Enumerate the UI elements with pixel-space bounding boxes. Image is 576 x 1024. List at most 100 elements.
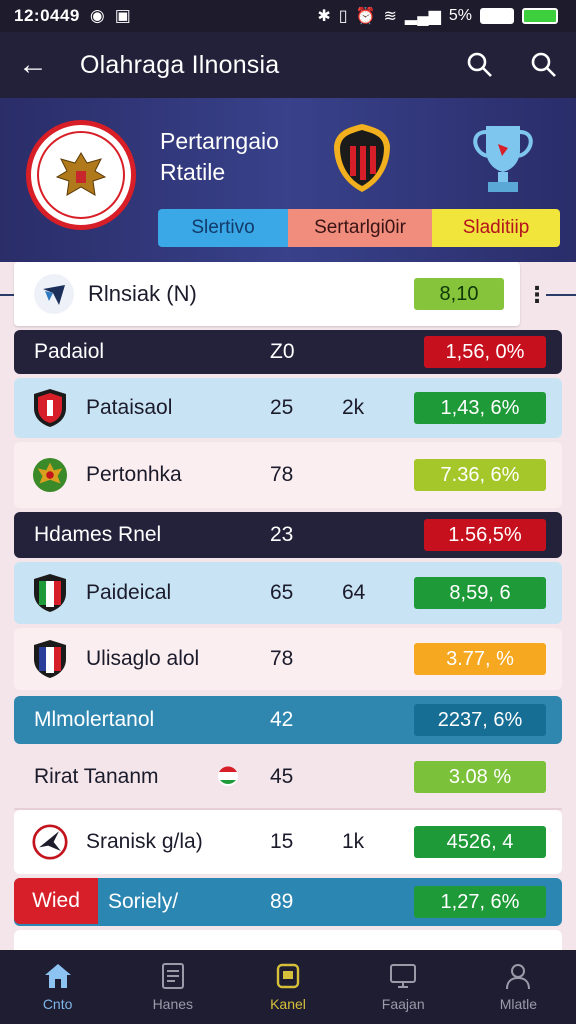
row-value: 3.08 % [414,761,546,793]
trophy-nav-icon [276,963,300,989]
row-name: Ulisaglo alol [86,647,200,670]
national-emblem-logo [26,120,136,230]
row-number: 42 [270,708,294,731]
list-item[interactable]: Hdames Rnel 23 1.56,5% [14,512,562,558]
row-value: 8,59, 6 [414,577,546,609]
row-value: 1,27, 6% [414,886,546,918]
featured-row[interactable]: Rlnsiak (N) 8,10 [14,262,520,326]
row-number: Z0 [270,340,295,363]
monitor-icon [390,964,417,988]
garuda-logo-icon [32,454,68,496]
hero-title-line1: Pertarngaio [160,128,279,154]
bottom-nav: Cnto Hanes Kanel Faajan Mlatle [0,950,576,1024]
flag-icon [216,764,240,794]
row-number: 25 [270,396,294,419]
list-item[interactable]: Mlmolertanol 42 2237, 6% [14,696,562,744]
divider [546,294,576,296]
hero-banner: Pertarngaio Rtatile Slertivo Sertarlgi0i… [0,98,576,262]
divider [0,294,14,296]
row-value: 1,43, 6% [414,392,546,424]
row-tag: Wied [14,878,98,924]
row-number: 78 [270,647,294,670]
notification-icon: ◉ [89,6,105,25]
page-title: Olahraga Ilnonsia [80,50,280,79]
gallery-icon: ▣ [114,6,131,25]
list-item[interactable]: Padaiol Z0 1,56, 0% [14,330,562,374]
nav-label: Mlatle [499,996,538,1012]
row-name: Paideical [86,581,172,604]
row-name: Hdames Rnel [34,523,162,546]
battery-charging-icon [522,8,558,24]
row-name: Pataisaol [86,396,173,419]
status-bar: 12:0449 ◉ ▣ ✱ ▯ ⏰ ≋ ▂▄▆ 5% [0,0,576,32]
search-icon-secondary[interactable] [530,51,558,79]
nav-item-cnto[interactable]: Cnto [0,950,115,1024]
list-item[interactable]: Sranisk g/la) 15 1k 4526, 4 [14,810,562,874]
club-shield-icon [32,387,68,429]
row-number: 89 [270,890,294,913]
alarm-icon: ⏰ [355,8,376,25]
row-secondary-number: 2k [342,396,365,419]
row-value: 3.77, % [414,643,546,675]
row-number: 65 [270,581,294,604]
status-time: 12:0449 [14,6,80,25]
tab-segment-2[interactable]: Sertarlgi0ir [288,209,432,247]
row-name: Mlmolertanol [34,708,155,731]
home-icon [44,964,71,988]
nav-label: Faajan [381,996,425,1012]
row-value: 2237, 6% [414,704,546,736]
back-arrow-icon[interactable]: ← [18,48,58,82]
club-shield-icon [32,572,68,614]
nav-item-hanes[interactable]: Hanes [115,950,230,1024]
tab-segment-1[interactable]: Slertivo [158,209,288,247]
battery-icon [480,8,514,24]
more-options-icon[interactable]: ⋮ [526,282,548,308]
list-item[interactable]: Pataisaol 25 2k 1,43, 6% [14,378,562,438]
row-value: 4526, 4 [414,826,546,858]
nav-label: Kanel [270,996,306,1012]
featured-row-value: 8,10 [414,278,504,310]
row-name: Soriely/ [108,890,179,913]
segment-tabs: Slertivo Sertarlgi0ir Sladitiip [158,209,560,247]
list-item-partial[interactable] [14,930,562,950]
row-number: 45 [270,765,294,788]
list-item[interactable]: Pertonhka 78 7.36, 6% [14,442,562,508]
row-value: 1,56, 0% [424,336,546,368]
nav-item-mlatle[interactable]: Mlatle [461,950,576,1024]
list-item[interactable]: Paideical 65 64 8,59, 6 [14,562,562,624]
list-item[interactable]: Wied Soriely/ 89 1,27, 6% [14,878,562,926]
app-bar: ← Olahraga Ilnonsia [0,32,576,98]
team-logo-icon [32,821,68,863]
row-number: 23 [270,523,294,546]
vibrate-icon: ▯ [338,8,348,25]
row-secondary-number: 64 [342,581,366,604]
row-secondary-number: 1k [342,830,365,853]
row-name: Padaiol [34,340,105,363]
row-name: Sranisk g/la) [86,830,203,853]
search-icon[interactable] [466,51,494,79]
hero-title: Pertarngaio Rtatile [160,126,279,188]
row-name: Pertonhka [86,463,182,486]
nav-item-faajan[interactable]: Faajan [346,950,461,1024]
row-number: 15 [270,830,294,853]
row-number: 78 [270,463,294,486]
nav-label: Cnto [42,996,73,1012]
list-item[interactable]: Rirat Tananm 45 3.08 % [14,746,562,808]
nav-label: Hanes [152,996,194,1012]
wifi-icon: ≋ [383,8,397,25]
row-value: 7.36, 6% [414,459,546,491]
battery-percent: 5% [448,7,472,24]
bluetooth-icon: ✱ [317,8,331,25]
signal-icon: ▂▄▆ [404,8,441,25]
featured-row-label: Rlnsiak (N) [88,281,197,306]
club-shield-icon [32,638,68,680]
row-value: 1.56,5% [424,519,546,551]
document-icon [161,963,184,989]
nav-item-kanel[interactable]: Kanel [230,950,345,1024]
row-name: Rirat Tananm [34,765,159,788]
list-item[interactable]: Ulisaglo alol 78 3.77, % [14,628,562,690]
hero-title-line2: Rtatile [160,159,226,185]
trophy-icon [473,126,533,192]
profile-icon [506,964,531,990]
tab-segment-3[interactable]: Sladitiip [432,209,560,247]
